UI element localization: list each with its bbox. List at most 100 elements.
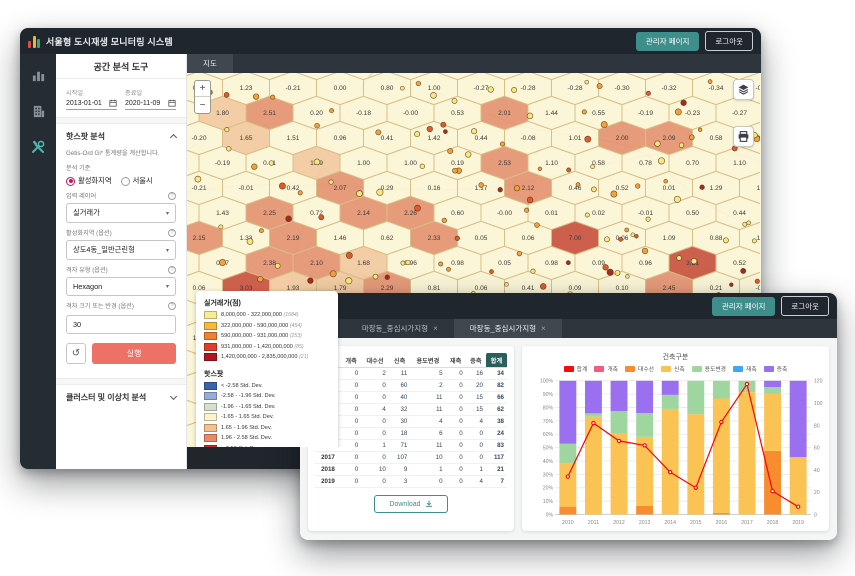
transaction-point[interactable]	[415, 205, 421, 211]
transaction-point[interactable]	[723, 238, 728, 243]
transaction-point[interactable]	[755, 279, 759, 283]
bar-segment-증축[interactable]	[790, 381, 807, 457]
transaction-point[interactable]	[356, 191, 362, 197]
tab-majangdong-1[interactable]: 마장동_중심시가지형×	[346, 319, 454, 338]
tab-majangdong-2[interactable]: 마장동_중심시가지형×	[454, 319, 562, 338]
bar-segment-증축[interactable]	[585, 381, 602, 414]
transaction-point[interactable]	[615, 270, 620, 275]
bar-segment-증축[interactable]	[636, 381, 653, 413]
transaction-point[interactable]	[377, 189, 383, 195]
transaction-point[interactable]	[247, 239, 253, 245]
transaction-point[interactable]	[540, 284, 546, 290]
transaction-point[interactable]	[319, 215, 324, 220]
transaction-point[interactable]	[646, 217, 650, 221]
transaction-point[interactable]	[567, 168, 571, 172]
select-1[interactable]: 상도4동_일반근린형▾	[66, 240, 176, 260]
reset-button[interactable]: ↺	[66, 343, 86, 364]
transaction-point[interactable]	[330, 271, 336, 277]
total-line-point[interactable]	[745, 382, 748, 385]
transaction-point[interactable]	[708, 80, 712, 84]
help-icon[interactable]: ?	[168, 229, 176, 237]
transaction-point[interactable]	[224, 92, 229, 97]
bar-segment-신축[interactable]	[764, 394, 781, 451]
hotspot-section-header[interactable]: 핫스팟 분석	[56, 124, 186, 149]
transaction-point[interactable]	[225, 127, 229, 131]
help-icon[interactable]: ?	[168, 192, 176, 200]
layers-button[interactable]	[733, 79, 754, 100]
chart-icon[interactable]	[27, 64, 49, 86]
transaction-point[interactable]	[674, 196, 680, 202]
transaction-point[interactable]	[219, 259, 225, 265]
transaction-point[interactable]	[698, 128, 702, 132]
help-icon[interactable]: ?	[168, 266, 176, 274]
transaction-point[interactable]	[400, 86, 404, 90]
bar-segment-대수선[interactable]	[559, 507, 576, 515]
help-icon[interactable]: ?	[168, 302, 176, 310]
transaction-point[interactable]	[747, 221, 751, 225]
grid-size-input[interactable]	[66, 315, 176, 334]
transaction-point[interactable]	[488, 87, 494, 93]
transaction-point[interactable]	[420, 164, 425, 169]
transaction-point[interactable]	[631, 233, 635, 237]
transaction-point[interactable]	[416, 81, 421, 86]
criteria-radio-selected[interactable]: 활성화지역	[66, 176, 112, 186]
close-icon[interactable]: ×	[433, 324, 438, 333]
select-2[interactable]: Hexagon▾	[66, 277, 176, 296]
transaction-point[interactable]	[512, 87, 517, 92]
transaction-point[interactable]	[505, 283, 509, 287]
tab-map[interactable]: 지도	[187, 54, 233, 73]
transaction-point[interactable]	[646, 91, 650, 95]
transaction-point[interactable]	[455, 236, 460, 241]
transaction-point[interactable]	[253, 94, 259, 100]
bar-segment-용도변경[interactable]	[611, 411, 628, 433]
transaction-point[interactable]	[279, 183, 285, 189]
bar-segment-증축[interactable]	[764, 381, 781, 387]
bar-segment-용도변경[interactable]	[559, 444, 576, 464]
chart-legend-item[interactable]: 신축	[661, 364, 685, 373]
transaction-point[interactable]	[601, 122, 607, 128]
download-button[interactable]: Download	[374, 495, 447, 513]
chart-legend-item[interactable]: 재축	[733, 364, 757, 373]
transaction-point[interactable]	[517, 251, 522, 256]
transaction-point[interactable]	[603, 265, 609, 271]
transaction-point[interactable]	[443, 130, 447, 134]
bar-segment-용도변경[interactable]	[687, 381, 704, 414]
zoom-in-button[interactable]: +	[195, 81, 210, 97]
chart-legend-item[interactable]: 합계	[564, 364, 588, 373]
transaction-point[interactable]	[431, 92, 437, 98]
select-0[interactable]: 실거래가▾	[66, 203, 176, 223]
bar-segment-신축[interactable]	[687, 414, 704, 514]
chart-legend-item[interactable]: 증축	[764, 364, 788, 373]
transaction-point[interactable]	[585, 213, 589, 217]
transaction-point[interactable]	[679, 143, 684, 148]
total-line-point[interactable]	[617, 439, 620, 442]
zoom-out-button[interactable]: −	[195, 97, 210, 113]
bar-segment-대수선[interactable]	[764, 451, 781, 515]
criteria-radio-option[interactable]: 서울시	[121, 176, 153, 186]
total-line-point[interactable]	[669, 471, 672, 474]
transaction-point[interactable]	[626, 275, 630, 279]
transaction-point[interactable]	[607, 269, 613, 275]
bar-segment-신축[interactable]	[611, 433, 628, 514]
chart-legend-item[interactable]: 대수선	[625, 364, 654, 373]
bar-segment-증축[interactable]	[662, 381, 679, 395]
total-line-point[interactable]	[566, 475, 569, 478]
transaction-point[interactable]	[514, 186, 519, 191]
transaction-point[interactable]	[691, 258, 697, 264]
transaction-point[interactable]	[195, 176, 201, 182]
bar-segment-용도변경[interactable]	[764, 387, 781, 393]
bar-segment-대수선[interactable]	[713, 513, 730, 515]
building-icon[interactable]	[27, 100, 49, 122]
transaction-point[interactable]	[635, 184, 640, 189]
transaction-point[interactable]	[315, 123, 320, 128]
transaction-point[interactable]	[527, 197, 533, 203]
transaction-point[interactable]	[269, 161, 274, 166]
total-line-point[interactable]	[797, 505, 800, 508]
transaction-point[interactable]	[576, 183, 580, 187]
bar-segment-신축[interactable]	[713, 398, 730, 512]
print-button[interactable]	[733, 126, 754, 147]
transaction-point[interactable]	[681, 100, 687, 106]
transaction-point[interactable]	[730, 283, 734, 287]
bar-segment-대수선[interactable]	[636, 506, 653, 515]
chart-legend-item[interactable]: 개축	[594, 364, 618, 373]
